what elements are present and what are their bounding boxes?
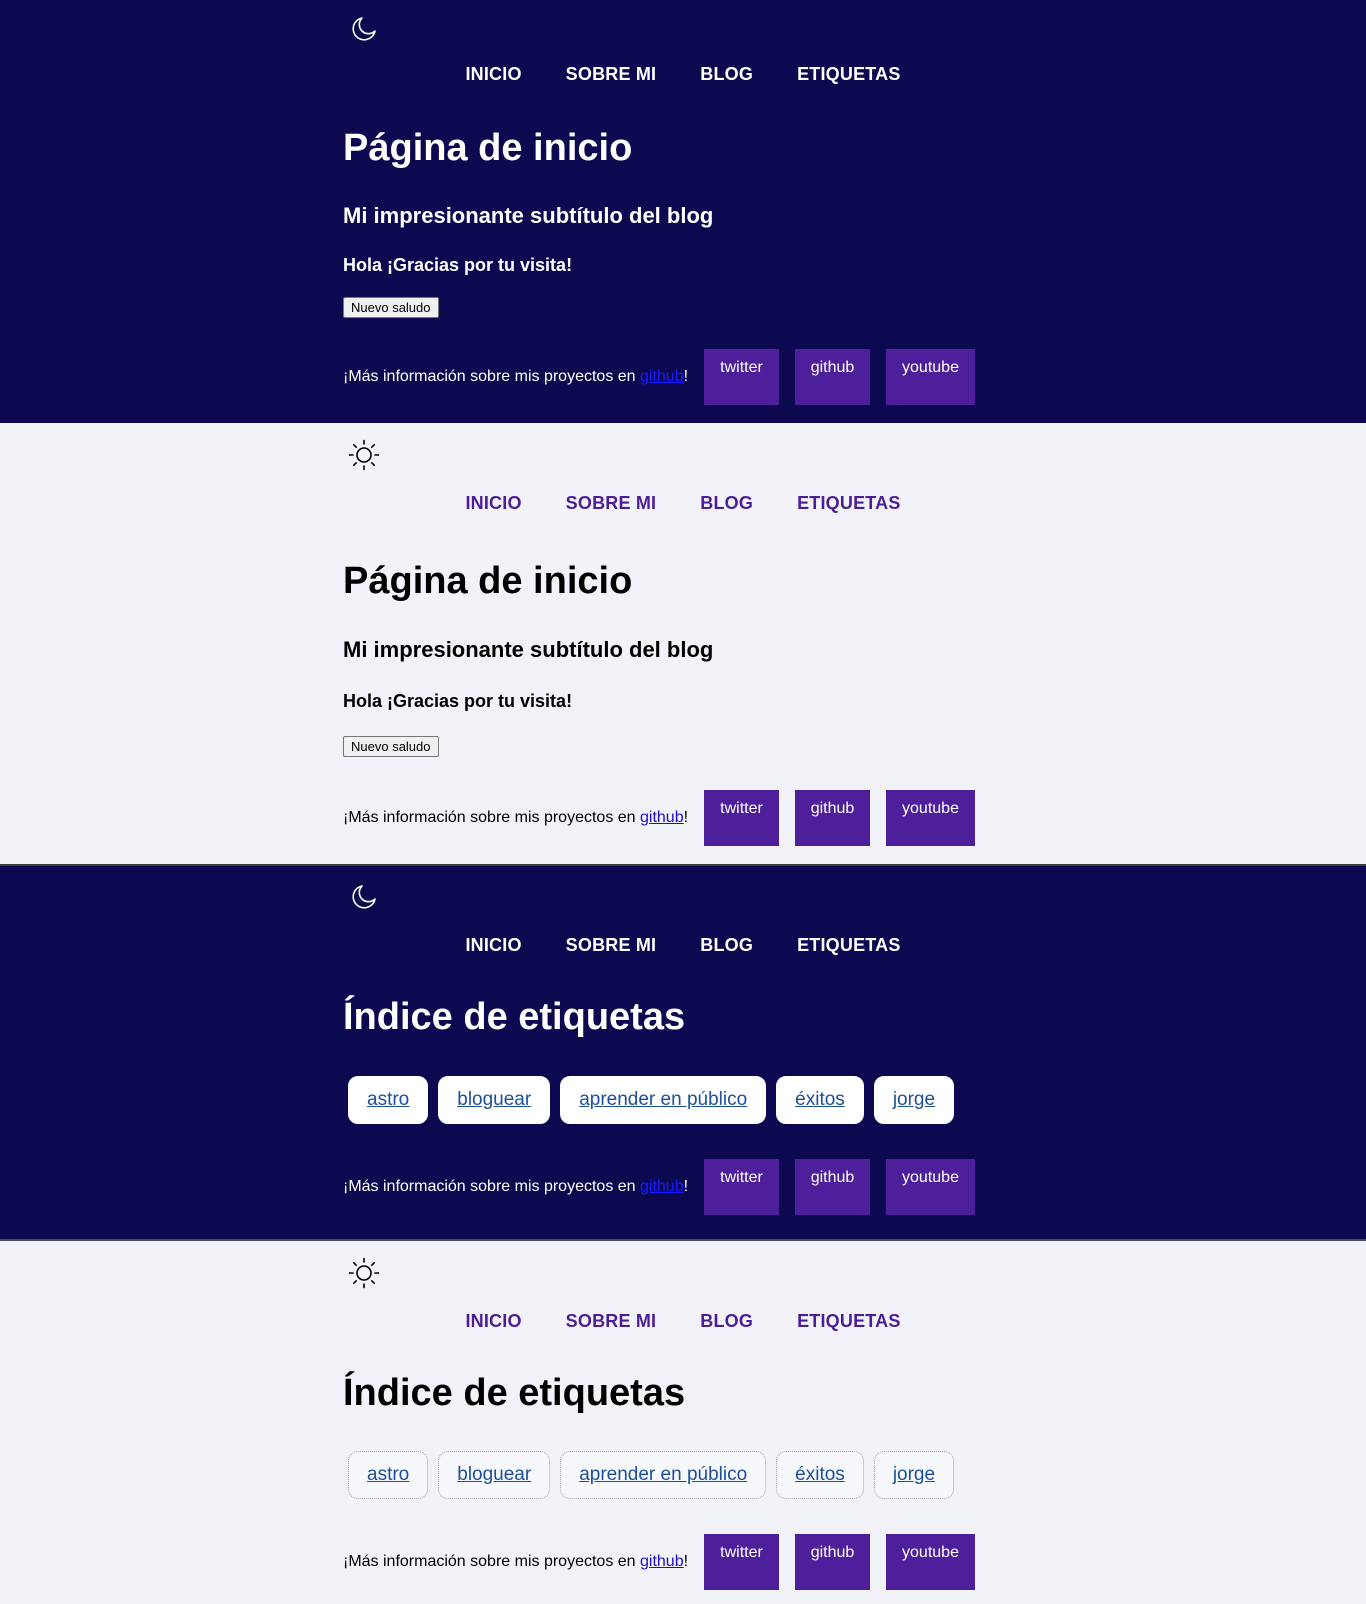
tag-item: astro <box>348 1451 429 1499</box>
nav-link-blog[interactable]: BLOG <box>700 493 753 514</box>
footer: ¡Más información sobre mis proyectos en … <box>343 790 983 846</box>
tag-link-astro[interactable]: astro <box>367 1089 409 1111</box>
nav-link-home[interactable]: INICIO <box>465 935 521 956</box>
nav-link-about[interactable]: SOBRE MI <box>566 493 657 514</box>
page-title: Índice de etiquetas <box>343 996 686 1038</box>
footer-text-before: ¡Más información sobre mis proyectos en <box>343 1178 640 1195</box>
theme-toggle-button[interactable] <box>348 12 380 44</box>
social-twitter-link[interactable]: twitter <box>704 1159 779 1215</box>
footer-text-before: ¡Más información sobre mis proyectos en <box>343 1553 640 1570</box>
nav-link-home[interactable]: INICIO <box>465 493 521 514</box>
new-greeting-button[interactable]: Nuevo saludo <box>343 297 439 318</box>
tag-link-aprender-en-publico[interactable]: aprender en público <box>579 1464 747 1486</box>
main-nav: INICIO SOBRE MI BLOG ETIQUETAS <box>0 1311 1366 1332</box>
main-nav: INICIO SOBRE MI BLOG ETIQUETAS <box>0 493 1366 514</box>
home-page-light: INICIO SOBRE MI BLOG ETIQUETAS Página de… <box>0 423 1366 866</box>
footer-text: ¡Más información sobre mis proyectos en … <box>343 368 688 386</box>
footer-text: ¡Más información sobre mis proyectos en … <box>343 1553 688 1571</box>
moon-icon <box>352 885 376 909</box>
tag-item: éxitos <box>776 1451 864 1499</box>
tags-page-light: INICIO SOBRE MI BLOG ETIQUETAS Índice de… <box>0 1241 1366 1604</box>
nav-link-tags[interactable]: ETIQUETAS <box>797 493 900 514</box>
moon-icon <box>352 17 376 41</box>
tag-item: éxitos <box>776 1076 864 1124</box>
nav-link-home[interactable]: INICIO <box>465 64 521 85</box>
tag-list: astro bloguear aprender en público éxito… <box>348 1451 955 1499</box>
tag-list: astro bloguear aprender en público éxito… <box>348 1076 955 1124</box>
social-github-link[interactable]: github <box>795 1159 870 1215</box>
nav-link-blog[interactable]: BLOG <box>700 1311 753 1332</box>
nav-link-about[interactable]: SOBRE MI <box>566 935 657 956</box>
page-subtitle: Mi impresionante subtítulo del blog <box>343 203 714 228</box>
tag-item: astro <box>348 1076 429 1124</box>
tag-item: bloguear <box>438 1451 551 1499</box>
social-twitter-link[interactable]: twitter <box>704 790 779 846</box>
footer-text-after: ! <box>683 368 689 385</box>
footer-github-link[interactable]: github <box>640 1553 684 1570</box>
social-twitter-link[interactable]: twitter <box>704 1534 779 1590</box>
social-github-link[interactable]: github <box>795 349 870 405</box>
sun-icon <box>348 439 380 471</box>
page-title: Índice de etiquetas <box>343 1372 686 1414</box>
nav-link-blog[interactable]: BLOG <box>700 64 753 85</box>
main-nav: INICIO SOBRE MI BLOG ETIQUETAS <box>0 64 1366 85</box>
social-youtube-link[interactable]: youtube <box>886 1534 975 1590</box>
nav-link-tags[interactable]: ETIQUETAS <box>797 1311 900 1332</box>
tag-item: aprender en público <box>560 1451 767 1499</box>
page-subtitle: Mi impresionante subtítulo del blog <box>343 637 714 662</box>
footer-github-link[interactable]: github <box>640 368 684 385</box>
tag-link-bloguear[interactable]: bloguear <box>457 1089 531 1111</box>
nav-link-blog[interactable]: BLOG <box>700 935 753 956</box>
footer: ¡Más información sobre mis proyectos en … <box>343 1159 983 1215</box>
footer-text-before: ¡Más información sobre mis proyectos en <box>343 368 640 385</box>
tag-item: jorge <box>873 1451 955 1499</box>
footer-text-before: ¡Más información sobre mis proyectos en <box>343 809 640 826</box>
social-github-link[interactable]: github <box>795 1534 870 1590</box>
footer-github-link[interactable]: github <box>640 1178 684 1195</box>
tag-item: jorge <box>873 1076 955 1124</box>
tag-link-aprender-en-publico[interactable]: aprender en público <box>579 1089 747 1111</box>
social-github-link[interactable]: github <box>795 790 870 846</box>
social-youtube-link[interactable]: youtube <box>886 349 975 405</box>
nav-link-tags[interactable]: ETIQUETAS <box>797 64 900 85</box>
tag-link-exitos[interactable]: éxitos <box>795 1464 845 1486</box>
new-greeting-button[interactable]: Nuevo saludo <box>343 736 439 757</box>
footer-text-after: ! <box>683 809 689 826</box>
tags-page-dark: INICIO SOBRE MI BLOG ETIQUETAS Índice de… <box>0 866 1366 1241</box>
social-youtube-link[interactable]: youtube <box>886 790 975 846</box>
tag-item: aprender en público <box>560 1076 767 1124</box>
main-nav: INICIO SOBRE MI BLOG ETIQUETAS <box>0 935 1366 956</box>
theme-toggle-button[interactable] <box>348 880 380 912</box>
page-title: Página de inicio <box>343 127 633 169</box>
footer-text: ¡Más información sobre mis proyectos en … <box>343 1178 688 1196</box>
home-page-dark: INICIO SOBRE MI BLOG ETIQUETAS Página de… <box>0 0 1366 423</box>
tag-item: bloguear <box>438 1076 551 1124</box>
footer-github-link[interactable]: github <box>640 809 684 826</box>
footer: ¡Más información sobre mis proyectos en … <box>343 349 983 405</box>
nav-link-tags[interactable]: ETIQUETAS <box>797 935 900 956</box>
footer-text-after: ! <box>683 1178 689 1195</box>
tag-link-bloguear[interactable]: bloguear <box>457 1464 531 1486</box>
footer-text: ¡Más información sobre mis proyectos en … <box>343 809 688 827</box>
social-twitter-link[interactable]: twitter <box>704 349 779 405</box>
tag-link-jorge[interactable]: jorge <box>893 1089 935 1111</box>
tag-link-jorge[interactable]: jorge <box>893 1464 935 1486</box>
footer: ¡Más información sobre mis proyectos en … <box>343 1534 983 1590</box>
sun-icon <box>348 1257 380 1289</box>
tag-link-astro[interactable]: astro <box>367 1464 409 1486</box>
greeting-text: Hola ¡Gracias por tu visita! <box>343 691 573 711</box>
footer-text-after: ! <box>683 1553 689 1570</box>
nav-link-home[interactable]: INICIO <box>465 1311 521 1332</box>
greeting-text: Hola ¡Gracias por tu visita! <box>343 255 573 275</box>
page-title: Página de inicio <box>343 560 633 602</box>
tag-link-exitos[interactable]: éxitos <box>795 1089 845 1111</box>
theme-toggle-button[interactable] <box>348 1257 380 1289</box>
nav-link-about[interactable]: SOBRE MI <box>566 1311 657 1332</box>
nav-link-about[interactable]: SOBRE MI <box>566 64 657 85</box>
social-youtube-link[interactable]: youtube <box>886 1159 975 1215</box>
theme-toggle-button[interactable] <box>348 439 380 471</box>
